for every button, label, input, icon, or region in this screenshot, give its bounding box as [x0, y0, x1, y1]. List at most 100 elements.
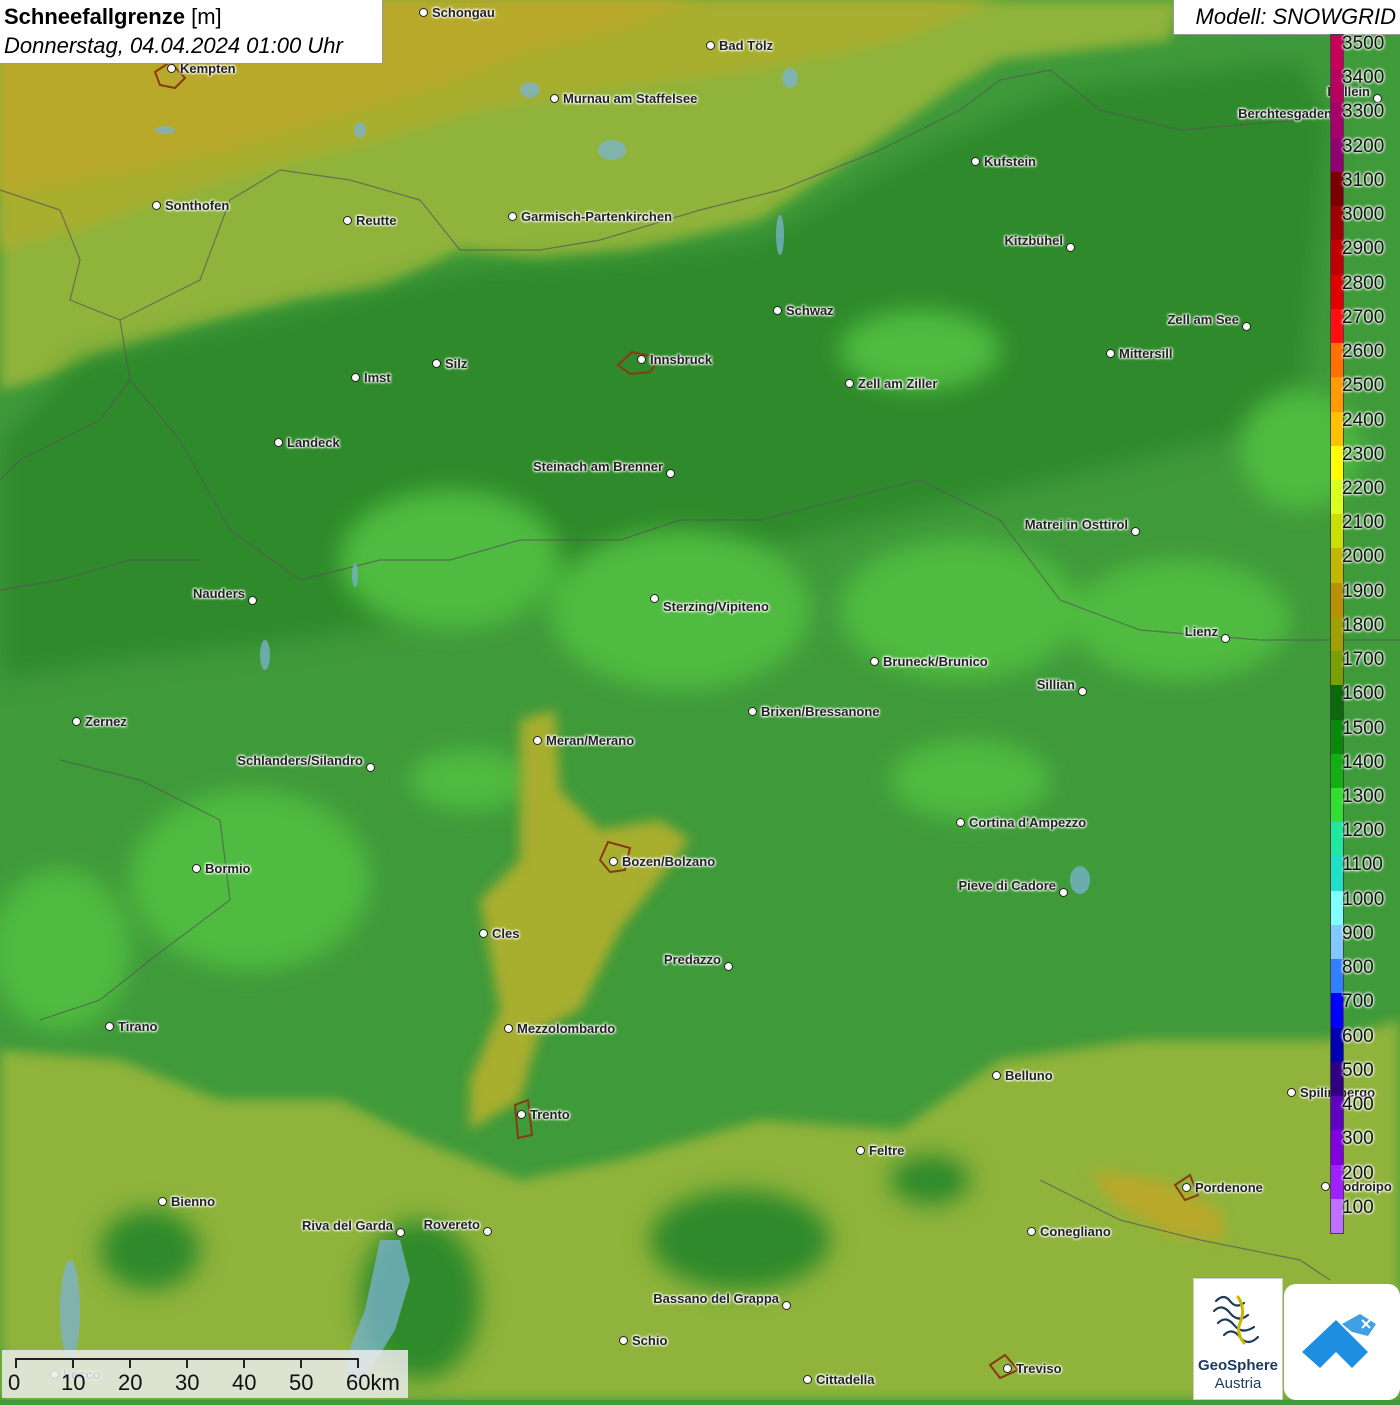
- city-label: Bassano del Grappa: [653, 1291, 779, 1306]
- city-label: Mezzolombardo: [517, 1021, 616, 1036]
- city-dot: [432, 359, 441, 368]
- city-label: Berchtesgaden: [1238, 106, 1332, 121]
- scale-tick: [72, 1358, 74, 1368]
- legend-label: 2300: [1342, 443, 1385, 465]
- city-label: Bormio: [205, 861, 251, 876]
- city-label: Silz: [445, 356, 468, 371]
- map-title-box: Schneefallgrenze [m] Donnerstag, 04.04.2…: [0, 0, 383, 64]
- legend-label: 3400: [1342, 67, 1385, 89]
- city-dot: [748, 707, 757, 716]
- city-label: Cortina d'Ampezzo: [969, 815, 1087, 830]
- city-dot: [105, 1022, 114, 1031]
- legend-label: 2000: [1342, 546, 1385, 568]
- logo-name-2: Austria: [1214, 1375, 1262, 1392]
- legend-label: 300: [1342, 1128, 1374, 1150]
- scale-label: 50: [289, 1370, 314, 1395]
- city-label: Matrei in Osttirol: [1024, 517, 1128, 532]
- legend-label: 2200: [1342, 477, 1385, 499]
- city-dot: [479, 929, 488, 938]
- legend-label: 3200: [1342, 135, 1385, 157]
- city-dot: [609, 857, 618, 866]
- city-dot: [1287, 1088, 1296, 1097]
- city-label: Nauders: [192, 586, 245, 601]
- city-dot: [152, 201, 161, 210]
- legend-label: 2500: [1342, 375, 1385, 397]
- city-label: Cittadella: [816, 1372, 875, 1387]
- legend-label: 2600: [1342, 341, 1385, 363]
- city-label: Pieve di Cadore: [958, 878, 1056, 893]
- geosphere-logo[interactable]: GeoSphere Austria: [1193, 1278, 1283, 1400]
- legend-label: 1900: [1342, 580, 1385, 602]
- app-logo[interactable]: [1284, 1284, 1400, 1400]
- city-dot: [517, 1110, 526, 1119]
- city-label: Rovereto: [423, 1217, 480, 1232]
- city-dot: [508, 212, 517, 221]
- scale-tick: [15, 1358, 17, 1368]
- city-dot: [1027, 1227, 1036, 1236]
- legend-label: 1700: [1342, 649, 1385, 671]
- city-label: Imst: [364, 370, 391, 385]
- city-dot: [366, 763, 375, 772]
- scale-label: 40: [232, 1370, 257, 1395]
- mountain-snowflake-icon: [1302, 1314, 1376, 1368]
- city-label: Kufstein: [984, 154, 1036, 169]
- city-label: Lienz: [1184, 624, 1218, 639]
- city-dot: [72, 717, 81, 726]
- city-label: Belluno: [1005, 1068, 1053, 1083]
- city-label: Bad Tölz: [719, 38, 774, 53]
- scale-label: 30: [175, 1370, 200, 1395]
- city-dot: [274, 438, 283, 447]
- city-label: Bozen/Bolzano: [622, 854, 716, 869]
- legend-label: 1000: [1342, 888, 1385, 910]
- legend-label: 2700: [1342, 306, 1385, 328]
- city-label: Sterzing/Vipiteno: [663, 599, 769, 614]
- city-dot: [483, 1227, 492, 1236]
- scale-label: 20: [118, 1370, 143, 1395]
- legend-label: 1400: [1342, 751, 1385, 773]
- logo-name-1: GeoSphere: [1197, 1357, 1279, 1374]
- city-dot: [1078, 687, 1087, 696]
- city-dot: [248, 596, 257, 605]
- legend-label: 900: [1342, 922, 1374, 944]
- city-label: Sonthofen: [165, 198, 230, 213]
- legend-label: 2100: [1342, 512, 1385, 534]
- legend-label: 100: [1342, 1196, 1374, 1218]
- legend-label: 500: [1342, 1059, 1374, 1081]
- city-label: Tirano: [118, 1019, 158, 1034]
- city-dot: [971, 157, 980, 166]
- city-label: Cles: [492, 926, 520, 941]
- city-label: Garmisch-Partenkirchen: [521, 209, 673, 224]
- scale-tick: [129, 1358, 131, 1368]
- legend-label: 1200: [1342, 820, 1385, 842]
- legend-label: 2800: [1342, 272, 1385, 294]
- city-dot: [782, 1301, 791, 1310]
- city-dot: [619, 1336, 628, 1345]
- city-dot: [706, 41, 715, 50]
- city-label: Mittersill: [1119, 346, 1173, 361]
- scale-tick: [300, 1358, 302, 1368]
- city-label: Riva del Garda: [301, 1218, 393, 1233]
- city-label: Predazzo: [663, 952, 721, 967]
- city-dot: [1059, 888, 1068, 897]
- title-unit: [m]: [191, 4, 222, 29]
- city-dot: [396, 1228, 405, 1237]
- city-label: Pordenone: [1195, 1180, 1263, 1195]
- city-dot: [167, 64, 176, 73]
- scale-tick: [186, 1358, 188, 1368]
- city-label: Schlanders/Silandro: [237, 753, 363, 768]
- city-dot: [1321, 1182, 1330, 1191]
- scale-label: 0: [8, 1370, 21, 1395]
- scale-tick: [243, 1358, 245, 1368]
- city-label: Schio: [632, 1333, 668, 1348]
- geosphere-logo-icon: [1212, 1295, 1260, 1345]
- city-label: Schongau: [432, 5, 495, 20]
- city-label: Zell am See: [1167, 312, 1239, 327]
- city-dot: [724, 962, 733, 971]
- city-dot: [1106, 349, 1115, 358]
- legend-label: 1100: [1342, 854, 1383, 876]
- city-dot: [856, 1146, 865, 1155]
- city-dot: [773, 306, 782, 315]
- city-dot: [192, 864, 201, 873]
- city-label: Zell am Ziller: [858, 376, 938, 391]
- legend-label: 3500: [1342, 33, 1385, 54]
